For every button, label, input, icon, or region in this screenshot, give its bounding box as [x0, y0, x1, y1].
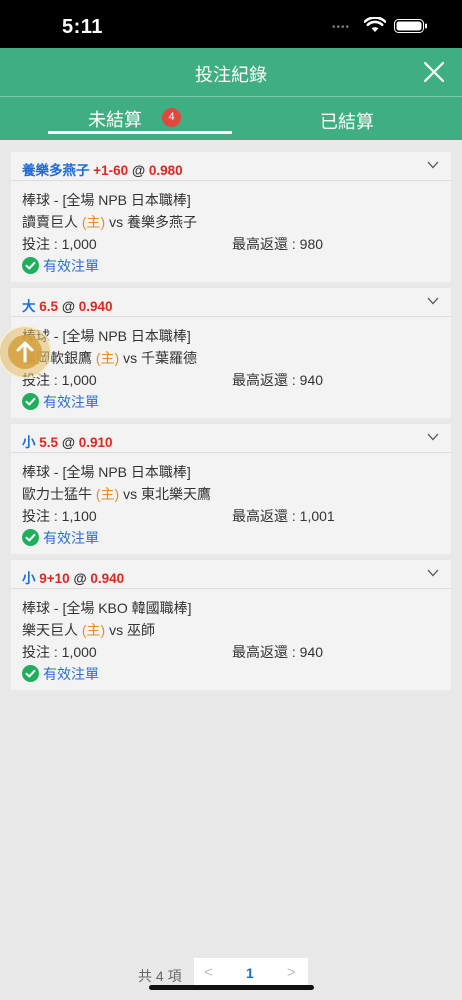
bet-card-body: 棒球 - [全場 KBO 韓國職棒] 樂天巨人 (主) vs 巫師 投注 : 1… — [11, 590, 451, 690]
odds-separator: @ — [61, 299, 75, 314]
max-return: 最高返還 : 980 — [232, 236, 324, 252]
status-bar: 5:11 •••• — [0, 0, 462, 48]
bet-status: 有效注單 — [22, 392, 99, 412]
chevron-down-icon[interactable] — [427, 161, 439, 169]
bet-handicap: 5.5 — [39, 435, 59, 450]
check-circle-icon — [22, 257, 39, 274]
home-tag: (主) — [95, 486, 120, 502]
bet-card-header[interactable]: 養樂多燕子 +1-60 @ 0.980 — [11, 152, 451, 181]
odds-separator: @ — [73, 571, 87, 586]
bet-handicap: 6.5 — [39, 299, 59, 314]
vs-label: vs — [123, 350, 138, 366]
scroll-top-button[interactable] — [0, 325, 52, 379]
bet-card-body: 棒球 - [全場 NPB 日本職棒] 福岡軟銀鷹 (主) vs 千葉羅德 投注 … — [11, 318, 451, 418]
sport-league: 棒球 - [全場 KBO 韓國職棒] — [22, 600, 192, 616]
check-circle-icon — [22, 529, 39, 546]
status-time: 5:11 — [62, 16, 103, 38]
vs-label: vs — [123, 486, 138, 502]
check-circle-icon — [22, 393, 39, 410]
bet-selection: 大 — [22, 299, 36, 314]
vs-label: vs — [109, 622, 124, 638]
sport-league: 棒球 - [全場 NPB 日本職棒] — [22, 192, 191, 208]
bet-odds: 0.980 — [148, 163, 183, 178]
arrow-up-icon — [8, 335, 42, 369]
tab-unsettled[interactable]: 未結算 4 — [48, 97, 232, 141]
bet-status-label: 有效注單 — [43, 666, 99, 682]
bet-selection: 小 — [22, 571, 36, 586]
home-tag: (主) — [81, 214, 106, 230]
check-circle-icon — [22, 665, 39, 682]
bet-card: 養樂多燕子 +1-60 @ 0.980 棒球 - [全場 NPB 日本職棒] 讀… — [11, 152, 451, 282]
home-tag: (主) — [81, 622, 106, 638]
signal-icon: •••• — [332, 22, 351, 33]
close-icon[interactable] — [422, 60, 446, 84]
bet-card-body: 棒球 - [全場 NPB 日本職棒] 歐力士猛牛 (主) vs 東北樂天鷹 投注… — [11, 454, 451, 554]
away-team: 巫師 — [127, 622, 155, 638]
bet-selection: 小 — [22, 435, 36, 450]
bet-status-label: 有效注單 — [43, 258, 99, 274]
bet-status: 有效注單 — [22, 664, 99, 684]
stake: 投注 : 1,000 — [22, 236, 97, 252]
away-team: 千葉羅德 — [141, 350, 197, 366]
chevron-down-icon[interactable] — [427, 297, 439, 305]
tab-unsettled-label: 未結算 — [88, 110, 142, 130]
count-badge: 4 — [162, 108, 181, 127]
bet-status-label: 有效注單 — [43, 530, 99, 546]
title-bar: 投注紀錄 — [0, 48, 462, 96]
bet-card-header[interactable]: 小 5.5 @ 0.910 — [11, 424, 451, 453]
bet-status: 有效注單 — [22, 256, 99, 276]
away-team: 東北樂天鷹 — [141, 486, 211, 502]
home-team: 歐力士猛牛 — [22, 486, 92, 502]
next-page-button[interactable]: > — [287, 964, 296, 981]
sport-league: 棒球 - [全場 NPB 日本職棒] — [22, 464, 191, 480]
max-return: 最高返還 : 940 — [232, 372, 324, 388]
vs-label: vs — [109, 214, 124, 230]
bet-card-header[interactable]: 小 9+10 @ 0.940 — [11, 560, 451, 589]
bet-handicap: 9+10 — [39, 571, 70, 586]
max-return: 最高返還 : 1,001 — [232, 508, 335, 524]
page-title: 投注紀錄 — [195, 65, 267, 85]
home-tag: (主) — [95, 350, 120, 366]
odds-separator: @ — [61, 435, 75, 450]
match-teams: 樂天巨人 (主) vs 巫師 — [22, 620, 155, 640]
pager-box: < 1 > — [194, 958, 308, 988]
bet-card: 小 9+10 @ 0.940 棒球 - [全場 KBO 韓國職棒] 樂天巨人 (… — [11, 560, 451, 690]
bet-handicap: +1-60 — [93, 163, 129, 178]
tab-settled-label: 已結算 — [320, 112, 374, 132]
match-teams: 讀賣巨人 (主) vs 養樂多燕子 — [22, 212, 197, 232]
away-team: 養樂多燕子 — [127, 214, 197, 230]
home-team: 讀賣巨人 — [22, 214, 78, 230]
page-number[interactable]: 1 — [246, 965, 254, 981]
bet-status-label: 有效注單 — [43, 394, 99, 410]
odds-separator: @ — [131, 163, 146, 178]
tab-bar: 未結算 4 已結算 — [0, 96, 462, 140]
tab-settled[interactable]: 已結算 — [300, 97, 394, 141]
bet-card-header[interactable]: 大 6.5 @ 0.940 — [11, 288, 451, 317]
bet-card: 小 5.5 @ 0.910 棒球 - [全場 NPB 日本職棒] 歐力士猛牛 (… — [11, 424, 451, 554]
match-teams: 歐力士猛牛 (主) vs 東北樂天鷹 — [22, 484, 211, 504]
bet-odds: 0.940 — [78, 299, 113, 314]
bet-odds: 0.940 — [90, 571, 125, 586]
stake: 投注 : 1,100 — [22, 508, 97, 524]
active-tab-indicator — [48, 131, 232, 134]
max-return: 最高返還 : 940 — [232, 644, 324, 660]
bet-card-body: 棒球 - [全場 NPB 日本職棒] 讀賣巨人 (主) vs 養樂多燕子 投注 … — [11, 182, 451, 282]
wifi-icon — [364, 17, 386, 32]
battery-icon — [394, 19, 427, 33]
chevron-down-icon[interactable] — [427, 569, 439, 577]
bet-status: 有效注單 — [22, 528, 99, 548]
bet-selection: 養樂多燕子 — [22, 163, 90, 178]
stake: 投注 : 1,000 — [22, 644, 97, 660]
bet-card: 大 6.5 @ 0.940 棒球 - [全場 NPB 日本職棒] 福岡軟銀鷹 (… — [11, 288, 451, 418]
home-team: 樂天巨人 — [22, 622, 78, 638]
item-count: 共 4 項 — [138, 968, 182, 984]
prev-page-button[interactable]: < — [204, 964, 213, 981]
bet-odds: 0.910 — [78, 435, 113, 450]
chevron-down-icon[interactable] — [427, 433, 439, 441]
home-indicator[interactable] — [149, 985, 314, 990]
